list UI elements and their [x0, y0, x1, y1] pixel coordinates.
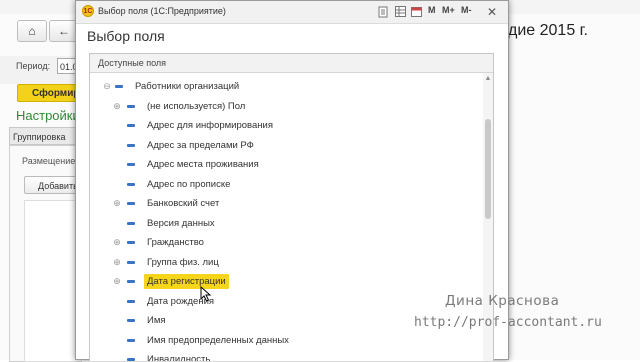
field-row[interactable]: ⊕ (не используется) Пол	[90, 98, 480, 116]
field-icon	[127, 163, 135, 166]
panel-header-label: Доступные поля	[98, 58, 167, 68]
field-row[interactable]: Адрес за пределами РФ	[90, 137, 480, 155]
table-icon[interactable]	[394, 5, 406, 18]
field-icon	[127, 319, 135, 322]
report-title: дие 2015 г.	[508, 22, 588, 39]
field-selection-dialog: 1С Выбор поля (1С:Предприятие) M M+ M- ✕…	[75, 0, 509, 361]
field-row[interactable]: ⊕ Гражданство	[90, 234, 480, 252]
expand-icon[interactable]: ⊕	[113, 199, 121, 208]
calendar-icon[interactable]	[410, 5, 422, 18]
field-icon	[127, 280, 135, 283]
field-row[interactable]: ⊕ Банковский счет	[90, 195, 480, 213]
field-icon	[127, 124, 135, 127]
field-icon	[127, 338, 135, 342]
field-row[interactable]: ⊕ Дата регистрации	[90, 273, 480, 291]
watermark-author: Дина Краснова	[445, 293, 560, 309]
tree-root-label: Работники организаций	[135, 81, 240, 92]
field-label: Адрес за пределами РФ	[147, 139, 254, 151]
field-icon	[127, 241, 135, 244]
add-button[interactable]: Добавить	[24, 176, 80, 194]
scroll-thumb[interactable]	[485, 119, 491, 219]
expand-icon[interactable]: ⊕	[113, 277, 121, 286]
field-icon	[127, 221, 135, 225]
field-row[interactable]: ⊕ Группа физ. лиц	[90, 254, 480, 272]
home-icon: ⌂	[28, 24, 36, 38]
field-label: Дата регистрации	[144, 274, 229, 289]
field-row[interactable]: Адрес по прописке	[90, 176, 480, 194]
tree-root-row[interactable]: ⊖ Работники организаций	[90, 78, 480, 96]
m-minus-button[interactable]: M-	[461, 5, 472, 15]
grouping-list	[24, 200, 81, 362]
field-label: Адрес для информирования	[147, 120, 273, 131]
app-logo-icon: 1С	[82, 5, 94, 17]
generate-button[interactable]: Сформир	[17, 84, 80, 102]
dialog-window-title: Выбор поля (1С:Предприятие)	[98, 6, 226, 16]
close-button[interactable]: ✕	[482, 3, 502, 21]
field-icon	[127, 182, 135, 186]
field-row[interactable]: Адрес места проживания	[90, 156, 480, 174]
panel-header: Доступные поля	[90, 54, 493, 73]
settings-label: Настройки	[16, 108, 80, 123]
field-label: Адрес места проживания	[147, 159, 259, 170]
home-button[interactable]: ⌂	[17, 20, 47, 42]
field-row[interactable]: Версия данных	[90, 215, 480, 233]
field-icon	[127, 104, 135, 108]
period-label: Период:	[16, 61, 51, 71]
expand-icon[interactable]: ⊕	[113, 101, 121, 110]
field-icon	[127, 260, 135, 264]
mouse-cursor-icon	[200, 286, 212, 302]
field-label: Имя	[147, 315, 166, 326]
field-label: Банковский счет	[147, 198, 220, 209]
field-label: (не используется) Пол	[147, 100, 246, 112]
collapse-icon[interactable]: ⊖	[103, 82, 111, 91]
m-button[interactable]: M	[428, 5, 436, 15]
placement-label: Размещение	[22, 156, 76, 166]
field-icon	[127, 143, 135, 147]
field-icon	[127, 299, 135, 303]
field-row[interactable]: Имя предопределенных данных	[90, 332, 480, 350]
arrow-left-icon: ←	[58, 24, 70, 38]
m-plus-button[interactable]: M+	[442, 5, 455, 15]
field-row[interactable]: Дата рождения	[90, 293, 480, 311]
expand-icon[interactable]: ⊕	[113, 238, 121, 247]
field-label: Адрес по прописке	[147, 178, 231, 190]
field-row[interactable]: Адрес для информирования	[90, 117, 480, 135]
field-icon	[115, 85, 123, 88]
field-icon	[127, 202, 135, 205]
field-label: Имя предопределенных данных	[147, 334, 289, 346]
close-icon: ✕	[486, 5, 498, 19]
expand-icon[interactable]: ⊕	[113, 257, 121, 266]
field-label: Гражданство	[147, 237, 204, 248]
scroll-up-icon[interactable]: ▲	[484, 75, 492, 83]
document-icon[interactable]	[377, 5, 389, 18]
dialog-title-bar: 1С Выбор поля (1С:Предприятие) M M+ M- ✕	[76, 1, 508, 24]
field-label: Группа физ. лиц	[147, 256, 219, 268]
tab-grouping[interactable]: Группировка	[9, 127, 81, 145]
field-label: Версия данных	[147, 217, 215, 229]
dialog-heading: Выбор поля	[87, 28, 165, 44]
watermark-url: http://prof-accontant.ru	[414, 315, 602, 330]
